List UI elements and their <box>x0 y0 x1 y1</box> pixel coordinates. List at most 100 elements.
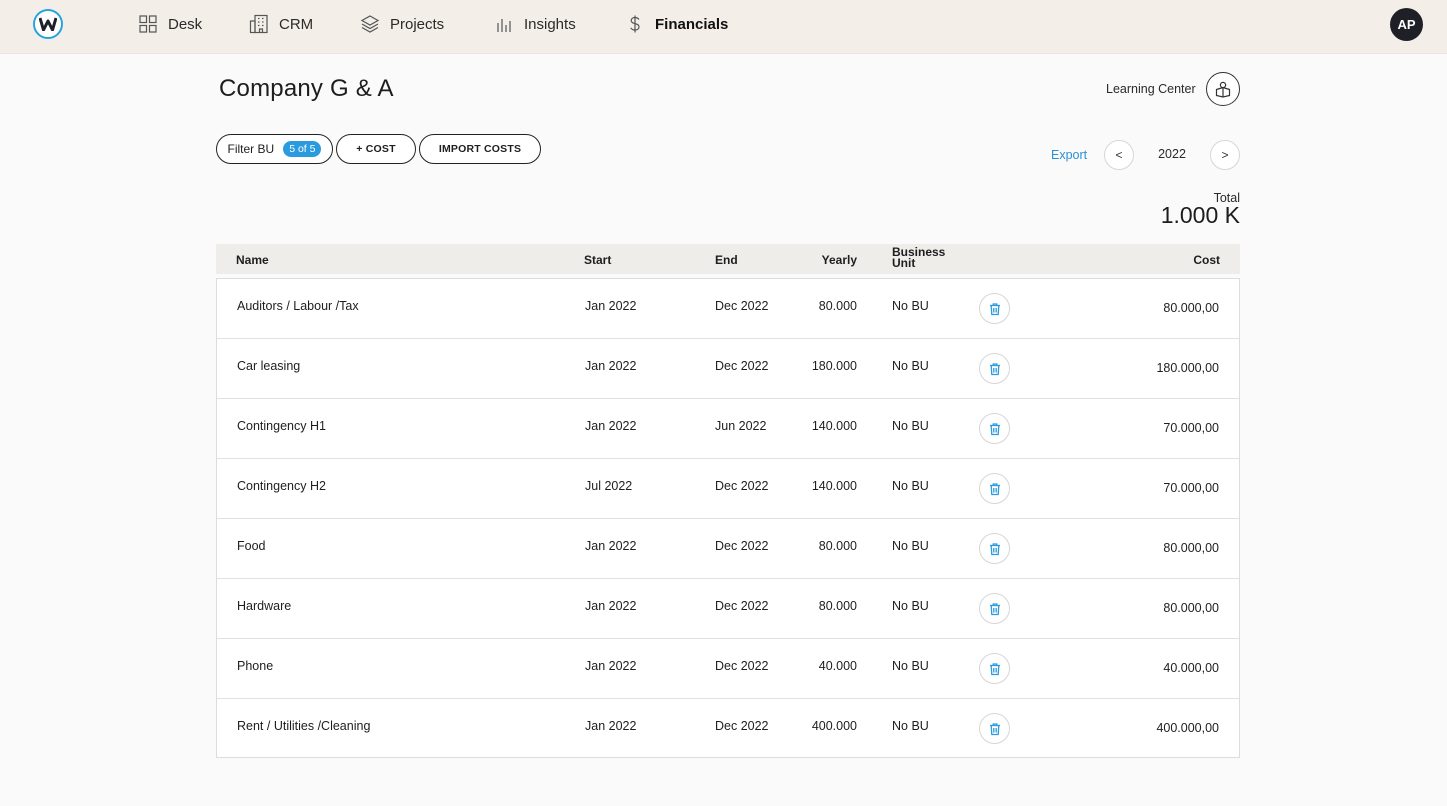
cost-end: Dec 2022 <box>715 479 769 493</box>
cost-name[interactable]: Hardware <box>237 599 291 613</box>
cost-name[interactable]: Contingency H1 <box>237 419 326 433</box>
cost-yearly: 80.000 <box>818 599 857 613</box>
cost-yearly: 140.000 <box>811 479 857 493</box>
learning-center-link[interactable]: Learning Center <box>1106 82 1196 96</box>
trash-icon <box>988 662 1002 676</box>
cost-start: Jan 2022 <box>585 719 637 733</box>
cost-end: Dec 2022 <box>715 299 769 313</box>
table-row[interactable]: Hardware Jan 2022 Dec 2022 80.000 No BU 80.00… <box>217 579 1239 639</box>
page-title: Company G & A <box>219 75 394 102</box>
cost-yearly: 80.000 <box>818 299 857 313</box>
avatar[interactable]: AP <box>1390 8 1423 41</box>
learning-center-icon[interactable] <box>1206 72 1240 106</box>
column-header-business-unit[interactable]: Business Unit <box>892 246 945 270</box>
cost-end: Dec 2022 <box>715 359 769 373</box>
cost-amount: 180.000,00 <box>1156 361 1219 375</box>
nav-item-desk[interactable]: Desk <box>138 13 202 35</box>
delete-cost-button[interactable] <box>979 353 1010 384</box>
filter-bu-button[interactable]: Filter BU 5 of 5 <box>216 134 333 164</box>
cost-business-unit: No BU <box>892 419 929 433</box>
previous-year-button[interactable]: < <box>1104 140 1134 170</box>
year-display: 2022 <box>1158 147 1186 161</box>
column-header-bu-line2: Unit <box>892 256 916 270</box>
cost-name[interactable]: Food <box>237 539 266 553</box>
cost-start: Jan 2022 <box>585 599 637 613</box>
add-cost-button[interactable]: + COST <box>336 134 416 164</box>
export-link[interactable]: Export <box>1051 148 1087 162</box>
cost-start: Jan 2022 <box>585 359 637 373</box>
cost-business-unit: No BU <box>892 299 929 313</box>
table-row[interactable]: Food Jan 2022 Dec 2022 80.000 No BU 80.000,00 <box>217 519 1239 579</box>
cost-business-unit: No BU <box>892 359 929 373</box>
table-row[interactable]: Car leasing Jan 2022 Dec 2022 180.000 No BU 1… <box>217 339 1239 399</box>
table-row[interactable]: Phone Jan 2022 Dec 2022 40.000 No BU 40.000,0… <box>217 639 1239 699</box>
total-value: 1.000 K <box>1160 202 1240 228</box>
bar-chart-icon <box>497 19 511 32</box>
cost-amount: 80.000,00 <box>1163 601 1219 615</box>
filter-count-badge: 5 of 5 <box>283 141 322 157</box>
cost-business-unit: No BU <box>892 599 929 613</box>
cost-yearly: 40.000 <box>818 659 857 673</box>
delete-cost-button[interactable] <box>979 653 1010 684</box>
table-row[interactable]: Rent / Utilities /Cleaning Jan 2022 Dec 20… <box>217 699 1239 759</box>
column-header-end[interactable]: End <box>715 253 738 267</box>
column-header-yearly[interactable]: Yearly <box>776 253 857 267</box>
nav-item-crm[interactable]: CRM <box>249 13 313 35</box>
cost-start: Jan 2022 <box>585 539 637 553</box>
cost-amount: 80.000,00 <box>1163 301 1219 315</box>
next-year-button[interactable]: > <box>1210 140 1240 170</box>
building-icon <box>249 14 268 34</box>
cost-start: Jul 2022 <box>585 479 633 493</box>
cost-name[interactable]: Phone <box>237 659 273 673</box>
costs-table: Auditors / Labour /Tax Jan 2022 Dec 2022 80… <box>216 278 1240 758</box>
delete-cost-button[interactable] <box>979 593 1010 624</box>
trash-icon <box>988 602 1002 616</box>
cost-name[interactable]: Contingency H2 <box>237 479 326 493</box>
nav-item-insights[interactable]: Insights <box>494 13 576 35</box>
table-header: Name Start End Yearly Business Unit Cost <box>216 244 1240 274</box>
table-row[interactable]: Contingency H1 Jan 2022 Jun 2022 140.000 No … <box>217 399 1239 459</box>
cost-amount: 400.000,00 <box>1156 721 1219 735</box>
delete-cost-button[interactable] <box>979 473 1010 504</box>
delete-cost-button[interactable] <box>979 533 1010 564</box>
column-header-cost[interactable]: Cost <box>1116 253 1220 267</box>
delete-cost-button[interactable] <box>979 713 1010 744</box>
trash-icon <box>988 482 1002 496</box>
filter-bu-label: Filter BU <box>227 142 275 156</box>
table-row[interactable]: Auditors / Labour /Tax Jan 2022 Dec 2022 80… <box>217 279 1239 339</box>
column-header-name[interactable]: Name <box>236 253 269 267</box>
cost-end: Dec 2022 <box>715 719 769 733</box>
w-logo-icon[interactable] <box>33 9 63 39</box>
column-header-start[interactable]: Start <box>584 253 611 267</box>
cost-start: Jan 2022 <box>585 659 637 673</box>
layers-icon <box>360 15 380 33</box>
cost-amount: 80.000,00 <box>1163 541 1219 555</box>
cost-amount: 70.000,00 <box>1163 481 1219 495</box>
trash-icon <box>988 302 1002 316</box>
table-row[interactable]: Contingency H2 Jul 2022 Dec 2022 140.000 No … <box>217 459 1239 519</box>
cost-name[interactable]: Car leasing <box>237 359 300 373</box>
delete-cost-button[interactable] <box>979 413 1010 444</box>
nav-item-projects[interactable]: Projects <box>360 13 444 35</box>
cost-end: Jun 2022 <box>715 419 767 433</box>
cost-amount: 40.000,00 <box>1163 661 1219 675</box>
dollar-icon <box>630 15 640 33</box>
cost-business-unit: No BU <box>892 719 929 733</box>
trash-icon <box>988 722 1002 736</box>
top-navigation-bar: Desk CRM Projects Insights Financials AP <box>0 0 1447 54</box>
cost-end: Dec 2022 <box>715 539 769 553</box>
cost-start: Jan 2022 <box>585 419 637 433</box>
nav-item-financials[interactable]: Financials <box>625 13 728 35</box>
cost-amount: 70.000,00 <box>1163 421 1219 435</box>
delete-cost-button[interactable] <box>979 293 1010 324</box>
cost-yearly: 140.000 <box>811 419 857 433</box>
cost-start: Jan 2022 <box>585 299 637 313</box>
trash-icon <box>988 422 1002 436</box>
trash-icon <box>988 362 1002 376</box>
cost-business-unit: No BU <box>892 539 929 553</box>
cost-name[interactable]: Auditors / Labour /Tax <box>237 299 359 313</box>
cost-name[interactable]: Rent / Utilities /Cleaning <box>237 719 370 733</box>
cost-end: Dec 2022 <box>715 599 769 613</box>
import-costs-button[interactable]: IMPORT COSTS <box>419 134 541 164</box>
nav-item-label: CRM <box>279 15 314 33</box>
